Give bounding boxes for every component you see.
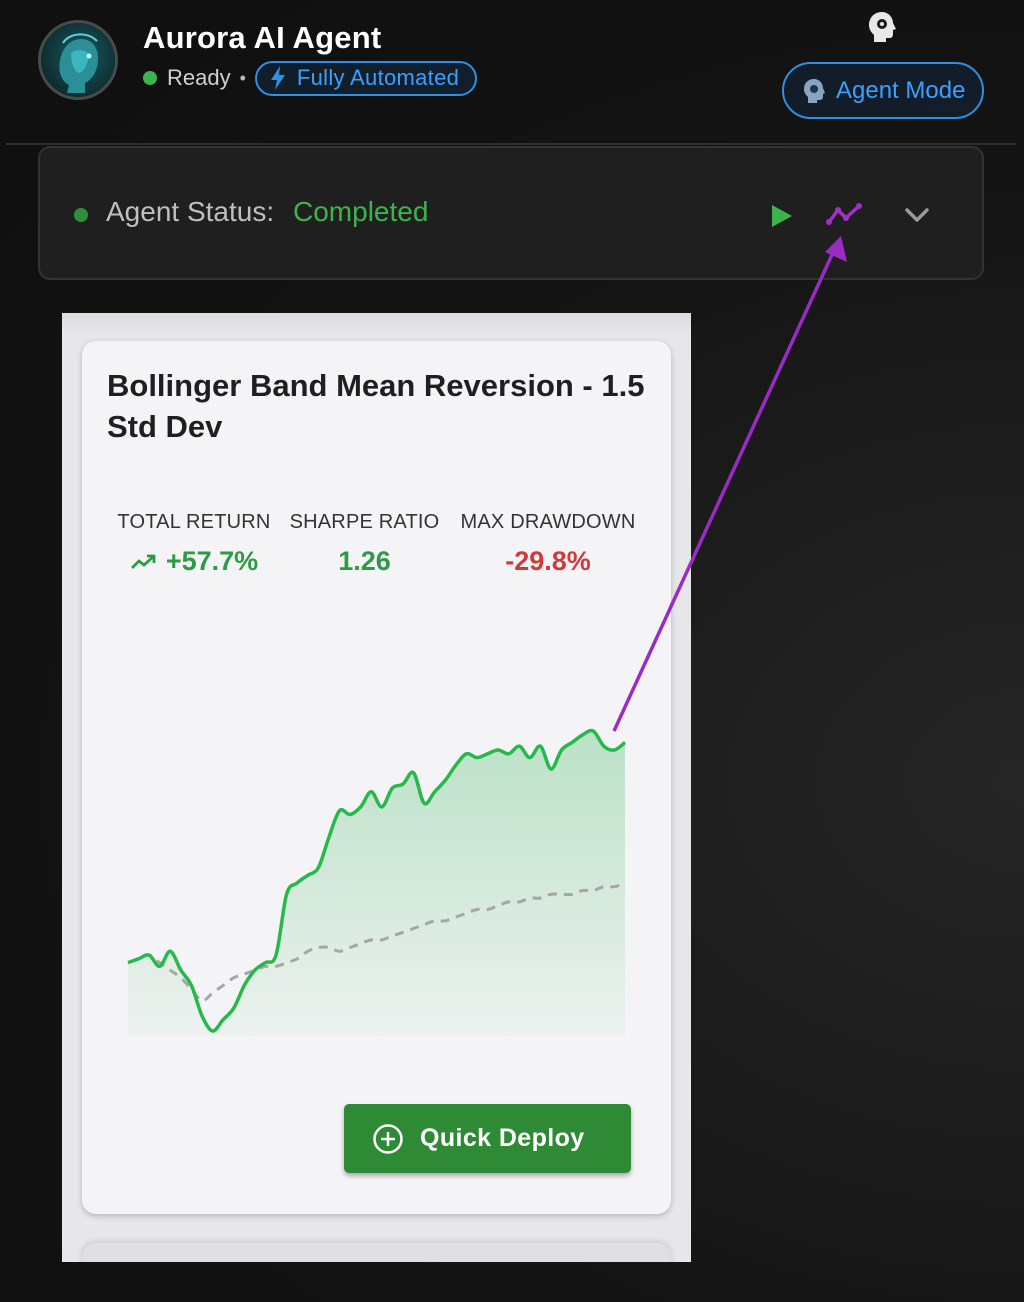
metric-value: -29.8% bbox=[505, 546, 591, 576]
benchmark-line bbox=[127, 881, 626, 1003]
plus-circle-icon bbox=[373, 1123, 403, 1154]
metric-total-return: TOTAL RETURN +57.7% bbox=[112, 511, 276, 577]
settings-head-icon[interactable] bbox=[866, 10, 898, 44]
performance-chart-button[interactable] bbox=[825, 200, 865, 230]
strategy-area-fill bbox=[128, 730, 625, 1036]
play-icon bbox=[772, 205, 792, 227]
automation-badge-label: Fully Automated bbox=[296, 65, 460, 90]
agent-status-row: Ready • Fully Automated bbox=[143, 60, 478, 96]
agent-header: Aurora AI Agent Ready • Fully Automated … bbox=[0, 0, 1024, 145]
chevron-down-icon bbox=[905, 208, 929, 222]
strategy-title: Bollinger Band Mean Reversion - 1.5 Std … bbox=[107, 368, 645, 444]
metric-label: MAX DRAWDOWN bbox=[460, 511, 636, 533]
next-strategy-card-edge bbox=[82, 1243, 671, 1262]
equity-curve-chart bbox=[127, 728, 627, 1036]
metric-label: TOTAL RETURN bbox=[117, 511, 271, 533]
agent-status-card: Agent Status: Completed bbox=[38, 146, 984, 280]
expand-button[interactable] bbox=[902, 202, 932, 228]
metric-value-wrap: +57.7% bbox=[112, 546, 276, 577]
metric-value: 1.26 bbox=[338, 546, 391, 576]
ready-indicator-dot bbox=[143, 71, 157, 85]
strategy-equity-line bbox=[127, 728, 627, 1033]
header-divider bbox=[6, 143, 1016, 145]
agent-status-value: Completed bbox=[293, 196, 429, 227]
previous-card-shadow bbox=[62, 313, 691, 333]
quick-deploy-button[interactable]: Quick Deploy bbox=[344, 1104, 631, 1173]
agent-title: Aurora AI Agent bbox=[143, 20, 382, 55]
strategy-card: Bollinger Band Mean Reversion - 1.5 Std … bbox=[82, 341, 671, 1214]
metric-sharpe-ratio: SHARPE RATIO 1.26 bbox=[287, 511, 442, 577]
metric-max-drawdown: MAX DRAWDOWN -29.8% bbox=[457, 511, 639, 577]
lightning-icon bbox=[270, 66, 285, 90]
agent-head-icon bbox=[804, 78, 825, 103]
strategy-results-panel: Bollinger Band Mean Reversion - 1.5 Std … bbox=[62, 313, 691, 1262]
ready-status-text: Ready bbox=[167, 65, 231, 90]
play-button[interactable] bbox=[768, 202, 796, 230]
quick-deploy-label: Quick Deploy bbox=[420, 1124, 585, 1152]
agent-mode-button[interactable]: Agent Mode bbox=[782, 62, 984, 119]
automation-badge: Fully Automated bbox=[254, 60, 478, 96]
trend-line-icon bbox=[826, 203, 862, 225]
agent-avatar bbox=[38, 20, 118, 100]
separator-dot: • bbox=[239, 67, 246, 88]
trending-up-icon bbox=[130, 554, 156, 569]
metric-label: SHARPE RATIO bbox=[289, 511, 440, 533]
status-indicator-dot bbox=[74, 208, 88, 222]
agent-mode-label: Agent Mode bbox=[836, 76, 966, 104]
agent-status-label: Agent Status: bbox=[106, 196, 275, 227]
metric-value: +57.7% bbox=[165, 546, 259, 576]
